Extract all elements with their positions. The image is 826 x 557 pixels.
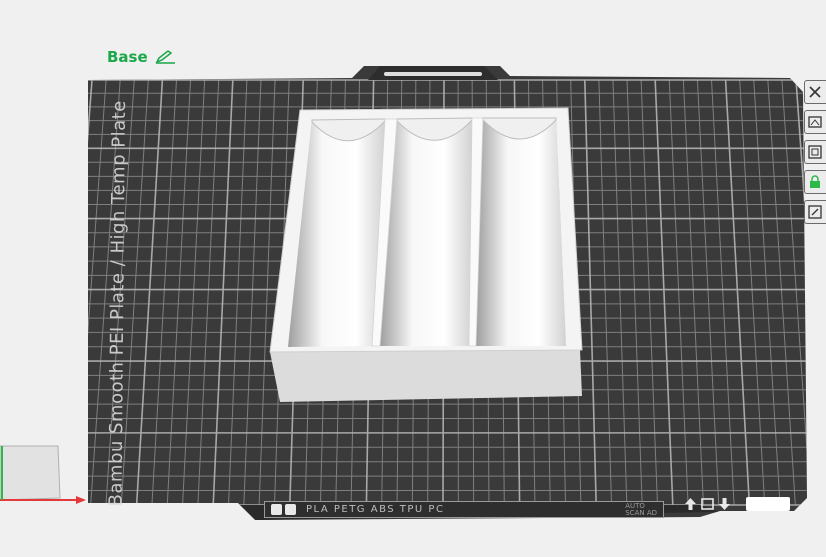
pencil-icon[interactable]	[154, 50, 176, 64]
channel-3	[476, 118, 566, 346]
lock-icon[interactable]	[804, 170, 826, 194]
side-toolbar	[804, 80, 826, 224]
tray-front-face	[270, 350, 582, 402]
grid-icon	[271, 504, 282, 515]
filament-compat-strip: PLA PETG ABS TPU PC AUTO SCAN AD	[264, 501, 664, 518]
grid-line	[88, 79, 93, 506]
down-arrow-icon[interactable]	[718, 497, 731, 511]
arrange-icon[interactable]	[804, 110, 826, 134]
plate-name[interactable]: Base	[107, 48, 148, 66]
plate-name-label[interactable]: Base	[107, 48, 176, 66]
plate-slot[interactable]	[746, 497, 790, 511]
x-axis-arrow	[76, 496, 86, 504]
filament-types-text: PLA PETG ABS TPU PC	[306, 504, 445, 515]
plate-controls	[684, 497, 731, 511]
plate-tab-handle	[384, 72, 482, 76]
auto-scan-mark: AUTO SCAN AD	[625, 501, 657, 517]
close-icon[interactable]	[804, 80, 826, 104]
bed-marking: Bambu Smooth PEI Plate / High Temp Plate	[105, 100, 130, 507]
plate-icon[interactable]	[701, 497, 714, 511]
orient-icon[interactable]	[804, 140, 826, 164]
up-arrow-icon[interactable]	[684, 497, 697, 511]
nozzle-icon	[285, 504, 296, 515]
origin-grid-block	[0, 445, 61, 501]
settings-icon[interactable]	[804, 200, 826, 224]
battery-tray-model[interactable]	[269, 107, 583, 402]
